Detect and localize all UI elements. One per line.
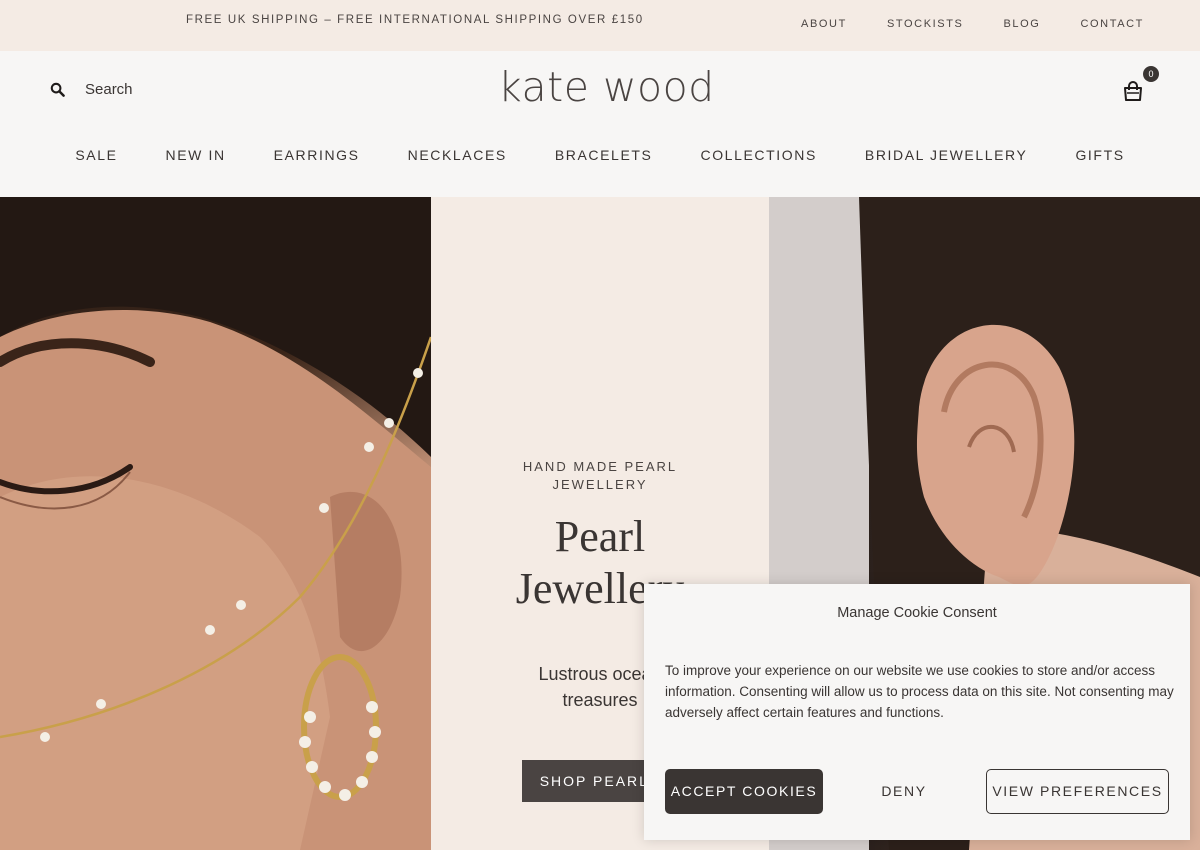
top-link-stockists[interactable]: STOCKISTS (887, 18, 964, 30)
top-links: ABOUT STOCKISTS BLOG CONTACT (801, 18, 1144, 30)
nav-item-earrings[interactable]: EARRINGS (274, 147, 360, 163)
cookie-dialog-body: To improve your experience on our websit… (665, 663, 1174, 720)
top-bar: FREE UK SHIPPING – FREE INTERNATIONAL SH… (0, 0, 1200, 51)
top-link-contact[interactable]: CONTACT (1080, 18, 1144, 30)
view-preferences-button[interactable]: VIEW PREFERENCES (986, 769, 1169, 814)
hero-kicker: HAND MADE PEARL JEWELLERY (431, 458, 769, 494)
deny-cookies-button[interactable]: DENY (844, 769, 964, 814)
hero-kicker-line-1: HAND MADE PEARL (522, 459, 678, 474)
nav-item-bridal-jewellery[interactable]: BRIDAL JEWELLERY (865, 147, 1028, 163)
nav-item-new-in[interactable]: NEW IN (166, 147, 226, 163)
shipping-promo: FREE UK SHIPPING – FREE INTERNATIONAL SH… (186, 14, 644, 26)
cookie-dialog-title: Manage Cookie Consent (837, 605, 997, 621)
cookie-consent-dialog: Manage Cookie Consent To improve your ex… (644, 584, 1190, 840)
shopping-bag-icon[interactable] (1122, 81, 1144, 103)
site-header: kate wood 0 SALE NEW IN EARRINGS NECKLAC… (0, 51, 1200, 197)
nav-item-sale[interactable]: SALE (75, 147, 117, 163)
search-input[interactable] (85, 81, 245, 98)
nav-item-collections[interactable]: COLLECTIONS (700, 147, 816, 163)
main-nav: SALE NEW IN EARRINGS NECKLACES BRACELETS… (0, 147, 1200, 163)
search-box (50, 81, 245, 98)
hero-headline-line-1: Pearl (554, 512, 646, 561)
cart-count-badge: 0 (1143, 66, 1159, 82)
nav-item-bracelets[interactable]: BRACELETS (555, 147, 653, 163)
face-photo-illustration (0, 197, 431, 850)
site-logo[interactable]: kate wood (498, 63, 715, 111)
accept-cookies-button[interactable]: ACCEPT COOKIES (665, 769, 823, 814)
search-icon[interactable] (50, 82, 65, 97)
nav-item-gifts[interactable]: GIFTS (1075, 147, 1124, 163)
hero-kicker-line-2: JEWELLERY (552, 477, 648, 492)
hero-image-model-face (0, 197, 431, 850)
nav-item-necklaces[interactable]: NECKLACES (408, 147, 507, 163)
top-link-blog[interactable]: BLOG (1003, 18, 1040, 30)
top-link-about[interactable]: ABOUT (801, 18, 847, 30)
